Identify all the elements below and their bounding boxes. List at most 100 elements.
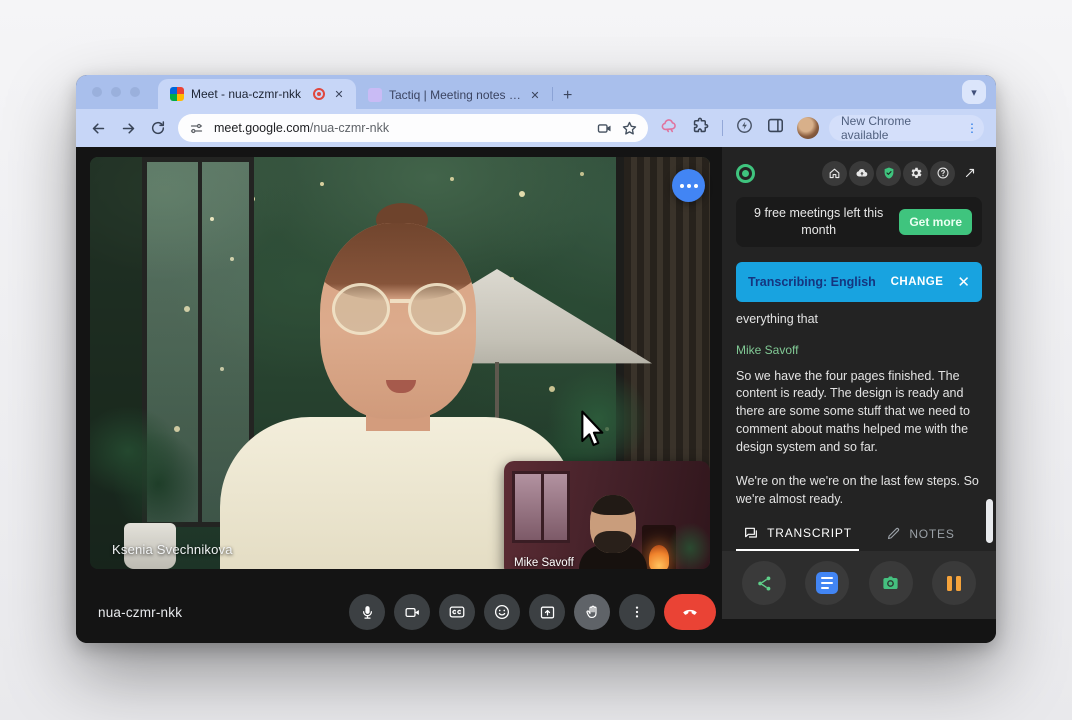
transcript-text: So we have the four pages finished. The … [736,368,982,457]
site-info-icon[interactable] [186,118,206,138]
tactiq-sidebar: 9 free meetings left this month Get more… [722,147,996,619]
transcribing-banner: Transcribing: English CHANGE ✕ [736,262,982,302]
bookmark-star-icon[interactable] [621,120,638,137]
close-tab-icon[interactable]: ✕ [528,89,542,102]
home-button[interactable] [822,161,847,186]
extensions-puzzle-icon[interactable] [691,116,710,140]
sidebar-header-icons [822,161,982,186]
sidebar-header [736,159,982,187]
profile-avatar[interactable] [797,117,819,139]
google-docs-button[interactable] [805,561,849,605]
glasses-lens [408,283,466,335]
transcript-text: We're on the we're on the last few steps… [736,473,982,509]
minimize-window-button[interactable] [111,87,121,97]
plant-left [90,399,200,529]
free-meetings-text: 9 free meetings left this month [746,205,891,239]
participant-mike [577,481,649,569]
share-button[interactable] [742,561,786,605]
back-button[interactable] [88,118,108,138]
pink-extension-icon[interactable] [660,116,679,140]
transcript-scrollbar[interactable] [986,499,993,543]
tactiq-logo-icon [736,164,755,183]
meet-favicon [170,87,184,101]
glasses [326,283,472,337]
tab-strip: Meet - nua-czmr-nkk ✕ Tactiq | Meeting n… [76,75,996,109]
get-more-button[interactable]: Get more [899,209,972,235]
close-banner-icon[interactable]: ✕ [957,273,970,291]
transcript-panel: everything that Mike Savoff So we have t… [736,311,982,516]
captions-button[interactable] [439,594,475,630]
sidebar-tabs: TRANSCRIPT NOTES [736,516,982,551]
pip-video-tile[interactable]: Mike Savoff [504,461,710,569]
camera-button[interactable] [394,594,430,630]
pip-face [590,495,636,553]
main-participant-name: Ksenia Svechnikova [112,542,233,557]
raise-hand-button[interactable] [574,594,610,630]
pip-window [512,471,570,543]
url-text: meet.google.com/nua-czmr-nkk [214,121,588,135]
url-host: meet.google.com [214,121,310,135]
zoom-window-button[interactable] [130,87,140,97]
chat-bubble-button[interactable] [672,169,705,202]
browser-window: Meet - nua-czmr-nkk ✕ Tactiq | Meeting n… [76,75,996,643]
glasses-lens [332,283,390,335]
transcribing-label: Transcribing: English [748,275,883,289]
help-button[interactable] [930,161,955,186]
extension-icons [660,116,819,140]
end-call-button[interactable] [664,594,716,630]
window-controls[interactable] [92,87,140,97]
camera-permission-icon[interactable] [596,120,613,137]
tab-title: Meet - nua-czmr-nkk [191,87,306,101]
meet-control-bar: nua-czmr-nkk [76,581,722,643]
pip-beard [594,531,632,553]
pip-plant [662,515,710,569]
collapse-panel-button[interactable] [957,161,982,186]
close-tab-icon[interactable]: ✕ [332,88,346,101]
forward-button[interactable] [118,118,138,138]
change-language-button[interactable]: CHANGE [891,276,944,288]
meeting-code: nua-czmr-nkk [98,605,182,620]
pip-participant-name: Mike Savoff [514,557,574,569]
microphone-button[interactable] [349,594,385,630]
meet-buttons [349,594,716,630]
side-panel-icon[interactable] [766,116,785,140]
tab-tactiq[interactable]: Tactiq | Meeting notes powe ✕ [356,81,552,109]
screenshot-button[interactable] [869,561,913,605]
browser-toolbar: meet.google.com/nua-czmr-nkk [76,109,996,147]
chrome-update-button[interactable]: New Chrome available ⋮ [829,115,984,141]
chrome-update-label: New Chrome available [841,114,960,142]
mouse-cursor [576,409,610,454]
glasses-bridge [390,299,410,303]
browser-content: Ksenia Svechnikova Mike Savoff [76,147,996,643]
recording-indicator-icon [313,88,325,100]
main-video-tile: Ksenia Svechnikova Mike Savoff [90,157,710,569]
tab-notes[interactable]: NOTES [859,516,982,551]
tab-title: Tactiq | Meeting notes powe [389,88,521,102]
tab-transcript-label: TRANSCRIPT [767,526,852,540]
reload-button[interactable] [148,118,168,138]
chrome-menu-icon[interactable]: ⋮ [966,122,978,134]
tab-meet[interactable]: Meet - nua-czmr-nkk ✕ [158,79,356,109]
toolbar-divider [722,120,723,136]
present-button[interactable] [529,594,565,630]
transcript-speaker: Mike Savoff [736,342,982,359]
tab-transcript[interactable]: TRANSCRIPT [736,516,859,551]
cloud-upload-button[interactable] [849,161,874,186]
close-window-button[interactable] [92,87,102,97]
tab-notes-label: NOTES [909,527,954,541]
meet-stage: Ksenia Svechnikova Mike Savoff [76,147,722,643]
new-tab-button[interactable]: + [553,87,582,109]
settings-gear-button[interactable] [903,161,928,186]
reactions-button[interactable] [484,594,520,630]
docs-icon [816,572,838,594]
transcript-text: everything that [736,311,982,329]
energy-extension-icon[interactable] [735,116,754,140]
address-bar[interactable]: meet.google.com/nua-czmr-nkk [178,114,648,142]
shield-check-button[interactable] [876,161,901,186]
tab-search-chevron-icon[interactable]: ▾ [962,80,986,104]
more-options-button[interactable] [619,594,655,630]
tactiq-favicon [368,88,382,102]
pause-recording-button[interactable] [932,561,976,605]
url-path: /nua-czmr-nkk [310,121,389,135]
pause-icon [947,576,961,591]
